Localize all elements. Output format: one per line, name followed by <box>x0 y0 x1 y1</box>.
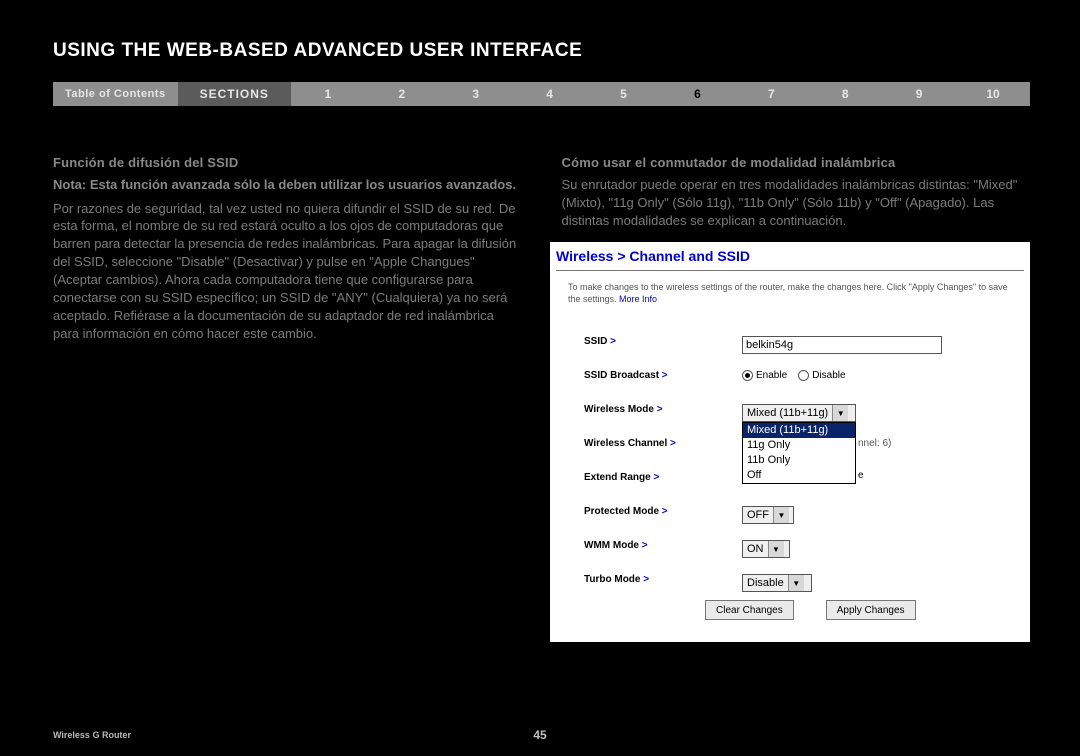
label-wireless-channel: Wireless Channel > <box>584 438 742 449</box>
label-ssid: SSID > <box>584 336 742 347</box>
mode-option-off[interactable]: Off <box>743 468 855 483</box>
ctrl-wmm-mode: ON ▼ <box>742 540 1024 558</box>
arrow-icon: > <box>640 574 649 585</box>
row-wireless-mode: Wireless Mode > Mixed (11b+11g) ▼ <box>584 404 1024 424</box>
toc-link[interactable]: Table of Contents <box>53 88 178 100</box>
arrow-icon: > <box>667 438 676 449</box>
chevron-down-icon: ▼ <box>773 507 789 523</box>
panel-title: Wireless > Channel and SSID <box>556 248 750 264</box>
radio-checked-icon <box>742 370 753 381</box>
left-paragraph: Por razones de seguridad, tal vez usted … <box>53 200 522 344</box>
footer-page-number: 45 <box>0 728 1080 742</box>
section-nav: Table of Contents SECTIONS 1 2 3 4 5 6 7… <box>53 82 1030 106</box>
section-link-8[interactable]: 8 <box>808 87 882 101</box>
wmm-mode-select[interactable]: ON ▼ <box>742 540 790 558</box>
section-link-4[interactable]: 4 <box>513 87 587 101</box>
right-heading: Cómo usar el conmutador de modalidad ina… <box>562 155 1031 170</box>
panel-buttons: Clear Changes Apply Changes <box>705 600 916 620</box>
arrow-icon: > <box>659 506 668 517</box>
broadcast-disable-option[interactable]: Disable <box>798 370 845 381</box>
ctrl-turbo-mode: Disable ▼ <box>742 574 1024 592</box>
section-link-10[interactable]: 10 <box>956 87 1030 101</box>
mode-option-mixed[interactable]: Mixed (11b+11g) <box>743 423 855 438</box>
wireless-mode-select[interactable]: Mixed (11b+11g) ▼ <box>742 404 856 422</box>
protected-mode-select[interactable]: OFF ▼ <box>742 506 794 524</box>
arrow-icon: > <box>607 336 616 347</box>
section-link-2[interactable]: 2 <box>365 87 439 101</box>
ctrl-ssid <box>742 336 1024 354</box>
row-turbo-mode: Turbo Mode > Disable ▼ <box>584 574 1024 594</box>
label-wmm-text: WMM Mode <box>584 540 639 551</box>
section-link-3[interactable]: 3 <box>439 87 513 101</box>
page-title: USING THE WEB-BASED ADVANCED USER INTERF… <box>53 40 582 62</box>
label-extend-text: Extend Range <box>584 472 651 483</box>
broadcast-disable-label: Disable <box>812 370 845 381</box>
label-ssid-text: SSID <box>584 336 607 347</box>
right-paragraph: Su enrutador puede operar en tres modali… <box>562 176 1031 230</box>
wireless-mode-dropdown[interactable]: Mixed (11b+11g) 11g Only 11b Only Off <box>742 422 856 484</box>
sections-label: SECTIONS <box>178 82 291 106</box>
ssid-input[interactable] <box>742 336 942 354</box>
chevron-down-icon: ▼ <box>788 575 804 591</box>
arrow-icon: > <box>654 404 663 415</box>
clear-changes-button[interactable]: Clear Changes <box>705 600 794 620</box>
router-settings-panel: Wireless > Channel and SSID To make chan… <box>550 242 1030 642</box>
row-ssid: SSID > <box>584 336 1024 356</box>
left-note: Nota: Esta función avanzada sólo la debe… <box>53 176 522 194</box>
arrow-icon: > <box>659 370 668 381</box>
arrow-icon: > <box>651 472 660 483</box>
manual-page: USING THE WEB-BASED ADVANCED USER INTERF… <box>0 0 1080 756</box>
panel-intro: To make changes to the wireless settings… <box>568 282 1018 305</box>
ctrl-wireless-mode: Mixed (11b+11g) ▼ <box>742 404 1024 422</box>
section-link-6[interactable]: 6 <box>660 87 734 101</box>
wireless-mode-value: Mixed (11b+11g) <box>743 407 832 419</box>
label-protected-text: Protected Mode <box>584 506 659 517</box>
ctrl-broadcast: Enable Disable <box>742 370 1024 384</box>
turbo-mode-select[interactable]: Disable ▼ <box>742 574 812 592</box>
row-broadcast: SSID Broadcast > Enable Disable <box>584 370 1024 390</box>
section-link-5[interactable]: 5 <box>587 87 661 101</box>
protected-mode-value: OFF <box>743 509 773 521</box>
label-wmm-mode: WMM Mode > <box>584 540 742 551</box>
left-column: Función de difusión del SSID Nota: Esta … <box>53 155 522 343</box>
panel-divider <box>556 270 1024 271</box>
chevron-down-icon: ▼ <box>768 541 784 557</box>
broadcast-enable-label: Enable <box>756 370 787 381</box>
label-extend-range: Extend Range > <box>584 472 742 483</box>
chevron-down-icon: ▼ <box>832 405 848 421</box>
row-wmm-mode: WMM Mode > ON ▼ <box>584 540 1024 560</box>
left-heading: Función de difusión del SSID <box>53 155 522 170</box>
mode-option-11b[interactable]: 11b Only <box>743 453 855 468</box>
mode-option-11g[interactable]: 11g Only <box>743 438 855 453</box>
label-mode-text: Wireless Mode <box>584 404 654 415</box>
label-wireless-mode: Wireless Mode > <box>584 404 742 415</box>
label-protected-mode: Protected Mode > <box>584 506 742 517</box>
apply-changes-button[interactable]: Apply Changes <box>826 600 916 620</box>
section-link-9[interactable]: 9 <box>882 87 956 101</box>
broadcast-enable-option[interactable]: Enable <box>742 370 787 381</box>
more-info-link[interactable]: More Info <box>619 294 657 304</box>
turbo-mode-value: Disable <box>743 577 788 589</box>
section-numbers: 1 2 3 4 5 6 7 8 9 10 <box>291 87 1030 101</box>
extend-range-peek: e <box>858 470 864 481</box>
wmm-mode-value: ON <box>743 543 768 555</box>
ctrl-protected-mode: OFF ▼ <box>742 506 1024 524</box>
label-turbo-text: Turbo Mode <box>584 574 640 585</box>
label-broadcast-text: SSID Broadcast <box>584 370 659 381</box>
section-link-7[interactable]: 7 <box>734 87 808 101</box>
channel-hint-text: nnel: 6) <box>858 438 891 449</box>
section-link-1[interactable]: 1 <box>291 87 365 101</box>
label-turbo-mode: Turbo Mode > <box>584 574 742 585</box>
row-protected-mode: Protected Mode > OFF ▼ <box>584 506 1024 526</box>
arrow-icon: > <box>639 540 648 551</box>
label-broadcast: SSID Broadcast > <box>584 370 742 381</box>
label-channel-text: Wireless Channel <box>584 438 667 449</box>
radio-unchecked-icon <box>798 370 809 381</box>
